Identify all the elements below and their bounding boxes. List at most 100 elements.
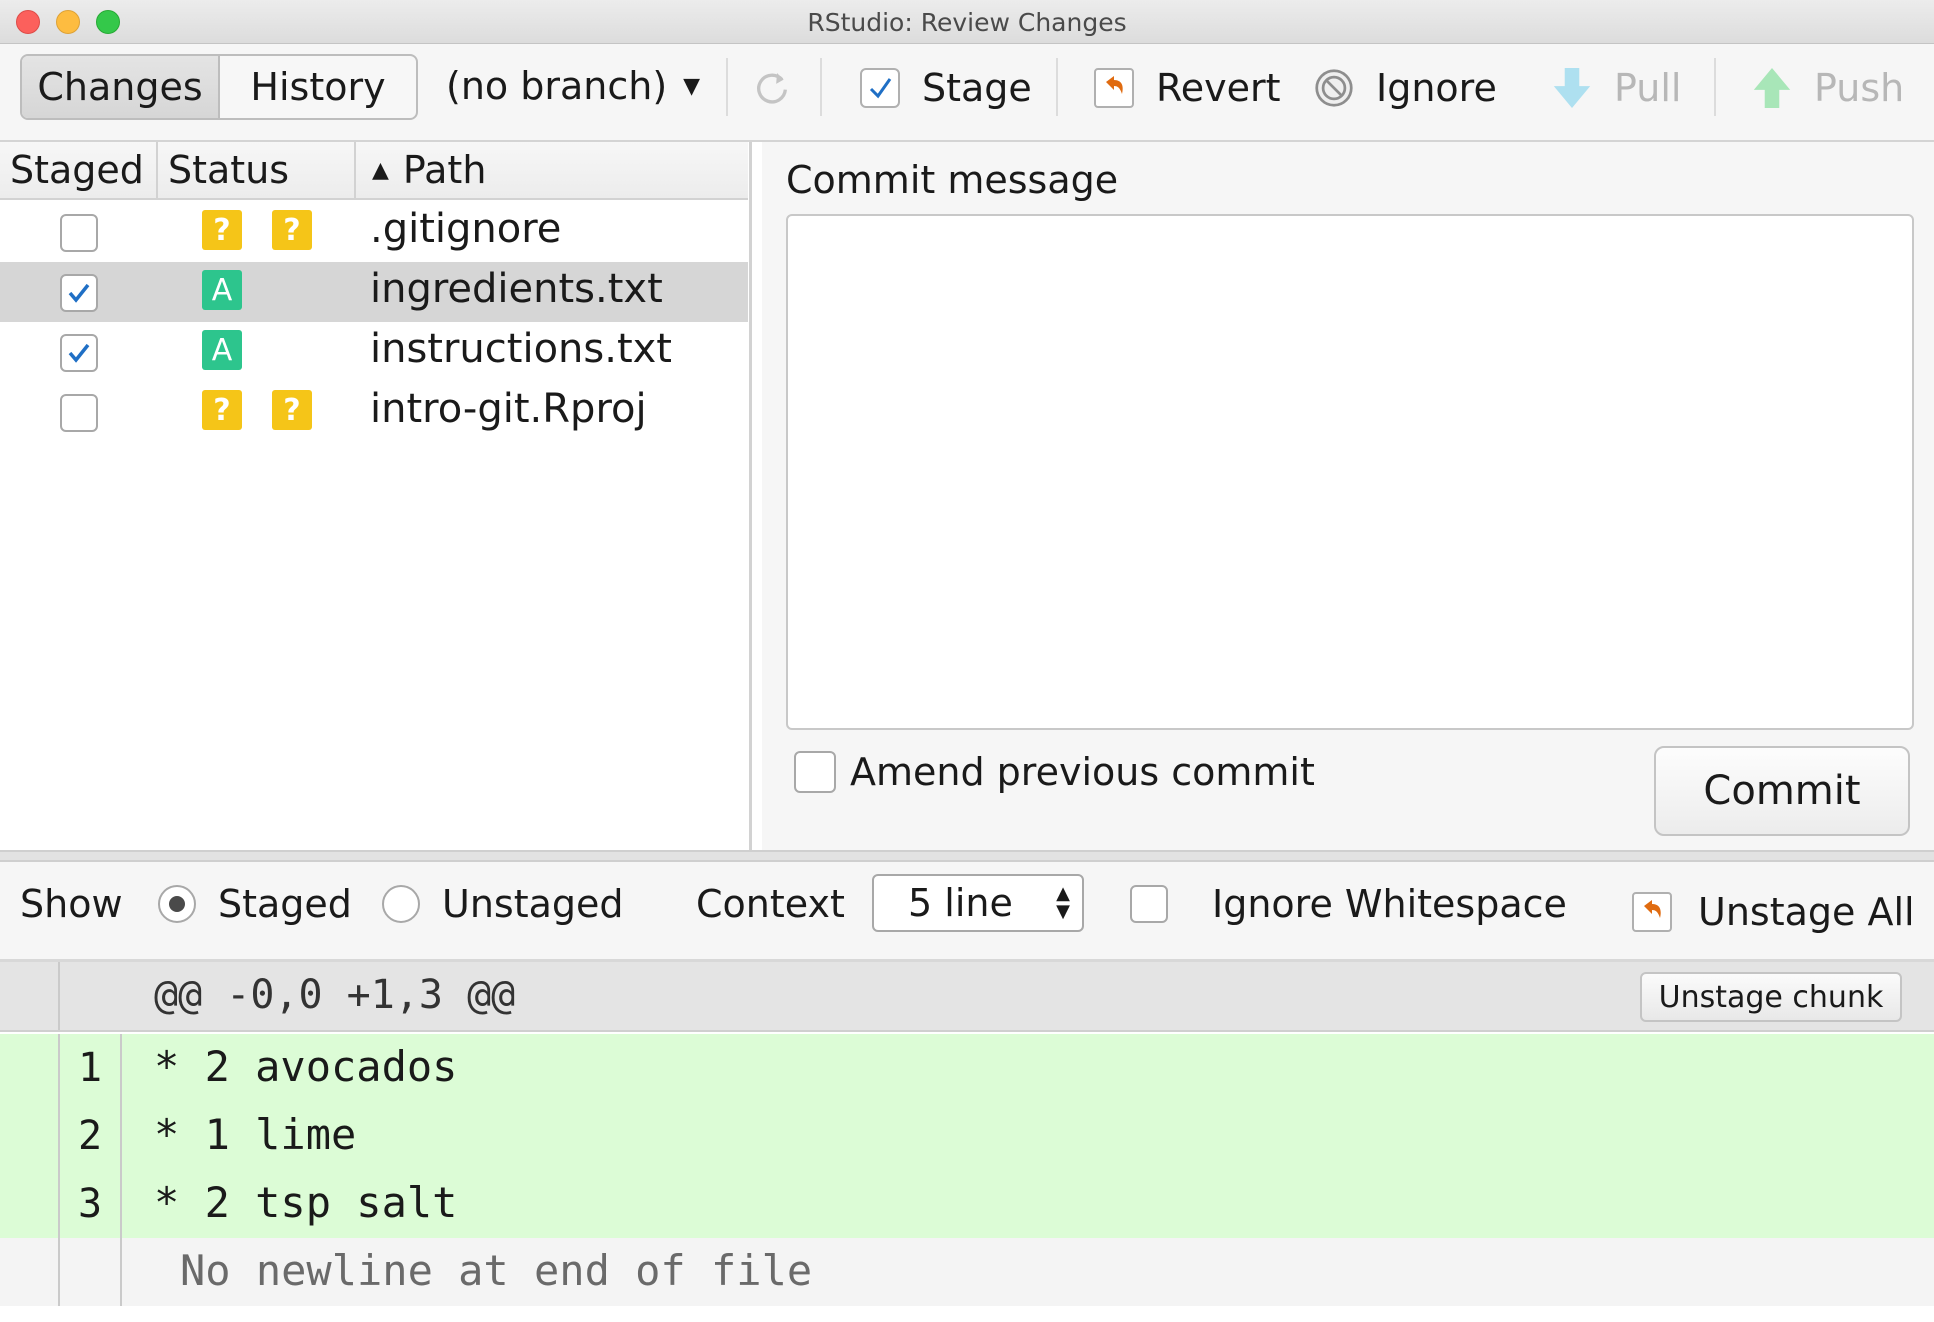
path-header-label: Path — [402, 148, 487, 192]
line-number: 1 — [60, 1034, 122, 1102]
title-bar: RStudio: Review Changes — [0, 0, 1934, 44]
unstage-chunk-button[interactable]: Unstage chunk — [1640, 972, 1902, 1022]
diff-options-bar: Show Staged Unstaged Context 5 line ▲ ▼ I… — [0, 862, 1934, 962]
show-label: Show — [20, 882, 123, 926]
commit-message-input[interactable] — [786, 214, 1914, 730]
status-added-icon: A — [202, 330, 242, 370]
stage-button[interactable]: Stage — [860, 60, 1032, 116]
revert-button[interactable]: Revert — [1094, 60, 1280, 116]
file-row[interactable]: ? ? intro-git.Rproj — [0, 382, 748, 442]
show-staged-radio[interactable] — [158, 885, 196, 923]
column-header-path[interactable]: ▲ Path — [356, 142, 748, 198]
push-label: Push — [1814, 66, 1905, 110]
line-number: 3 — [60, 1170, 122, 1238]
staged-checkbox[interactable] — [60, 274, 98, 312]
show-staged-label: Staged — [218, 882, 352, 926]
diff-viewer: @@ -0,0 +1,3 @@ Unstage chunk 1 * 2 avoc… — [0, 962, 1934, 1322]
line-number: 2 — [60, 1102, 122, 1170]
context-value: 5 line — [908, 881, 1013, 925]
view-switcher: Changes History — [20, 54, 418, 120]
refresh-button[interactable] — [752, 60, 814, 116]
context-label: Context — [696, 882, 845, 926]
diff-gutter — [0, 1034, 60, 1102]
amend-commit-label: Amend previous commit — [850, 750, 1315, 794]
toolbar-divider — [726, 58, 728, 116]
pull-label: Pull — [1614, 66, 1682, 110]
ignore-whitespace-checkbox[interactable] — [1130, 885, 1168, 923]
line-text: * 2 tsp salt — [154, 1178, 458, 1227]
stage-label: Stage — [922, 66, 1032, 110]
branch-label: (no branch) — [446, 64, 668, 108]
file-row[interactable]: ? ? .gitignore — [0, 202, 748, 262]
amend-commit-option[interactable]: Amend previous commit — [794, 750, 1315, 794]
pull-button[interactable]: Pull — [1552, 60, 1681, 116]
stepper-arrows-icon: ▲ ▼ — [1056, 883, 1070, 922]
diff-gutter — [60, 962, 122, 1030]
tab-history[interactable]: History — [220, 56, 416, 118]
show-unstaged-option[interactable]: Unstaged — [382, 862, 624, 946]
unstage-all-label: Unstage All — [1698, 890, 1915, 934]
pane-splitter[interactable] — [0, 850, 1934, 862]
checkmark-icon — [68, 283, 90, 303]
show-unstaged-radio[interactable] — [382, 885, 420, 923]
file-path: intro-git.Rproj — [370, 386, 647, 432]
commit-pane: Commit message Amend previous commit Com… — [762, 142, 1934, 850]
ignore-whitespace-label: Ignore Whitespace — [1212, 882, 1567, 926]
file-row[interactable]: A ingredients.txt — [0, 262, 748, 322]
amend-commit-checkbox[interactable] — [794, 751, 836, 793]
commit-button[interactable]: Commit — [1654, 746, 1910, 836]
show-staged-option[interactable]: Staged — [158, 862, 352, 946]
unstage-all-button[interactable]: Unstage All — [1632, 870, 1915, 954]
ignore-icon — [1314, 68, 1354, 108]
diff-added-line[interactable]: 3 * 2 tsp salt — [0, 1170, 1934, 1238]
diff-gutter — [0, 962, 60, 1030]
window-title: RStudio: Review Changes — [807, 8, 1127, 37]
file-row[interactable]: A instructions.txt — [0, 322, 748, 382]
push-button[interactable]: Push — [1752, 60, 1904, 116]
context-select[interactable]: 5 line ▲ ▼ — [872, 874, 1084, 932]
checkmark-icon — [68, 343, 90, 363]
status-untracked-icon: ? — [272, 390, 312, 430]
status-added-icon: A — [202, 270, 242, 310]
file-path: .gitignore — [370, 206, 562, 252]
refresh-icon — [752, 68, 792, 108]
diff-gutter — [60, 1238, 122, 1306]
diff-gutter — [0, 1238, 60, 1306]
ignore-button[interactable]: Ignore — [1314, 60, 1497, 116]
toolbar-divider — [1714, 58, 1716, 116]
chevron-down-icon: ▼ — [683, 73, 701, 99]
no-newline-note: No newline at end of file — [180, 1246, 813, 1295]
show-unstaged-label: Unstaged — [442, 882, 624, 926]
file-path: instructions.txt — [370, 326, 672, 372]
file-list-header: Staged Status ▲ Path — [0, 142, 748, 200]
line-text: * 1 lime — [154, 1110, 357, 1159]
pull-arrow-icon — [1552, 68, 1592, 108]
column-header-staged[interactable]: Staged — [0, 142, 158, 198]
diff-gutter — [0, 1102, 60, 1170]
sort-ascending-icon: ▲ — [372, 157, 389, 183]
changed-files-pane: Staged Status ▲ Path ? ? .gitignore A in… — [0, 142, 752, 850]
status-untracked-icon: ? — [272, 210, 312, 250]
staged-checkbox[interactable] — [60, 334, 98, 372]
diff-added-line[interactable]: 1 * 2 avocados — [0, 1034, 1934, 1102]
branch-dropdown[interactable]: (no branch) ▼ — [446, 64, 700, 108]
staged-checkbox[interactable] — [60, 214, 98, 252]
chunk-header-row: @@ -0,0 +1,3 @@ Unstage chunk — [0, 962, 1934, 1032]
ignore-whitespace-option[interactable]: Ignore Whitespace — [1130, 862, 1567, 946]
revert-icon — [1094, 68, 1134, 108]
revert-icon — [1632, 892, 1672, 932]
status-untracked-icon: ? — [202, 390, 242, 430]
chunk-header: @@ -0,0 +1,3 @@ — [154, 972, 516, 1018]
diff-added-line[interactable]: 2 * 1 lime — [0, 1102, 1934, 1170]
column-header-status[interactable]: Status — [158, 142, 356, 198]
status-untracked-icon: ? — [202, 210, 242, 250]
checkbox-checked-icon — [860, 68, 900, 108]
tab-changes[interactable]: Changes — [22, 56, 220, 118]
diff-gutter — [0, 1170, 60, 1238]
ignore-label: Ignore — [1376, 66, 1497, 110]
line-text: * 2 avocados — [154, 1042, 458, 1091]
file-path: ingredients.txt — [370, 266, 663, 312]
toolbar-divider — [820, 58, 822, 116]
toolbar: Changes History (no branch) ▼ Stage Reve… — [0, 44, 1934, 142]
staged-checkbox[interactable] — [60, 394, 98, 432]
